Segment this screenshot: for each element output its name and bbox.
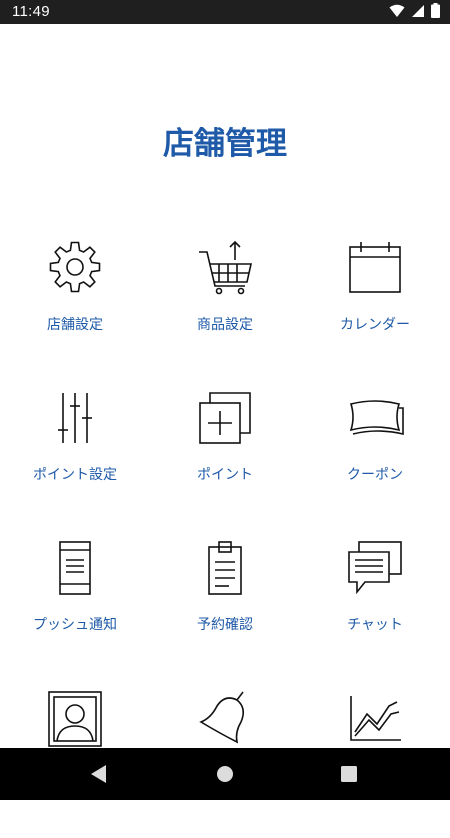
menu-item-label: 商品設定 xyxy=(197,317,253,333)
menu-item-label: プッシュ通知 xyxy=(33,617,117,633)
line-chart-icon xyxy=(345,688,405,748)
calendar-icon xyxy=(345,238,405,298)
shopping-cart-icon xyxy=(195,238,255,298)
menu-item-calendar[interactable]: カレンダー xyxy=(300,238,450,388)
bell-icon xyxy=(195,688,255,748)
menu-item-point-settings[interactable]: ポイント設定 xyxy=(0,388,150,538)
add-card-icon xyxy=(195,388,255,448)
home-icon[interactable] xyxy=(209,758,241,790)
menu-item-label: ポイント設定 xyxy=(33,467,117,483)
recents-icon[interactable] xyxy=(333,758,365,790)
sliders-icon xyxy=(45,388,105,448)
menu-item-label: クーポン xyxy=(347,467,403,483)
menu-item-chat[interactable]: チャット xyxy=(300,538,450,688)
clipboard-icon xyxy=(195,538,255,598)
menu-item-label: 店舗設定 xyxy=(47,317,103,333)
menu-item-points[interactable]: ポイント xyxy=(150,388,300,538)
menu-item-push-notification[interactable]: プッシュ通知 xyxy=(0,538,150,688)
menu-item-coupon[interactable]: クーポン xyxy=(300,388,450,538)
menu-item-product-settings[interactable]: 商品設定 xyxy=(150,238,300,388)
smartphone-icon xyxy=(45,538,105,598)
menu-item-label: チャット xyxy=(347,617,403,633)
gear-icon xyxy=(45,238,105,298)
menu-item-label: 予約確認 xyxy=(197,617,253,633)
user-portrait-icon xyxy=(45,688,105,748)
menu-item-store-settings[interactable]: 店舗設定 xyxy=(0,238,150,388)
navigation-bar xyxy=(0,748,450,800)
back-icon[interactable] xyxy=(83,758,115,790)
menu-item-label: ポイント xyxy=(197,467,253,483)
menu-item-reservation-check[interactable]: 予約確認 xyxy=(150,538,300,688)
chat-icon xyxy=(345,538,405,598)
coupon-icon xyxy=(345,388,405,448)
menu-grid: 店舗設定 商品設定 カレンダー ポイント設定 ポイント クーポン プッシュ通知 … xyxy=(0,0,450,800)
menu-item-label: カレンダー xyxy=(340,317,410,333)
